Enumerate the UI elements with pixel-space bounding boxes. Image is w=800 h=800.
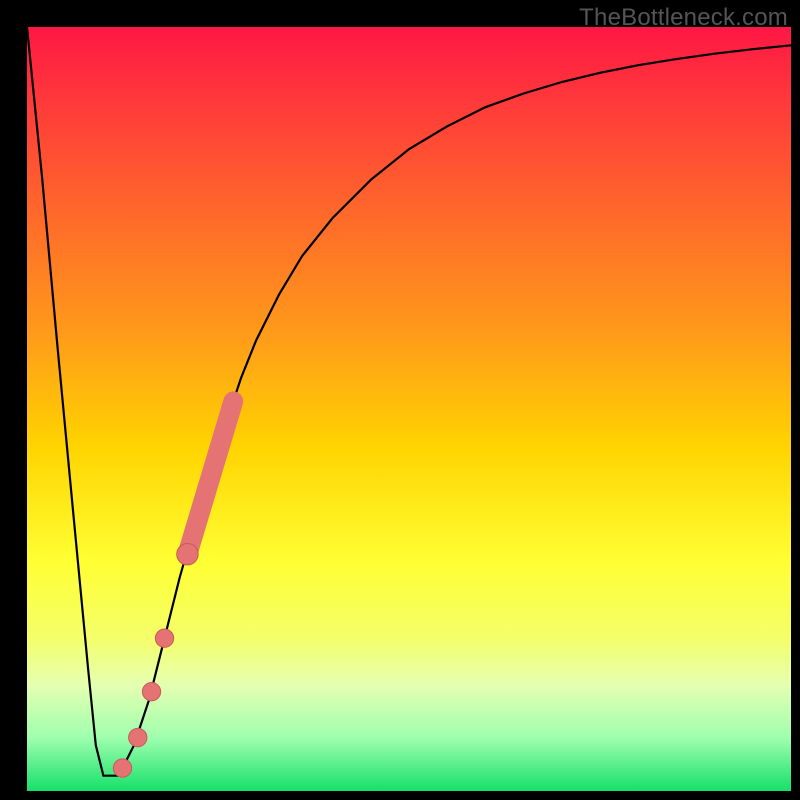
highlight-point: [113, 759, 131, 777]
watermark-text: TheBottleneck.com: [579, 4, 788, 32]
chart-frame: TheBottleneck.com: [0, 0, 800, 800]
plot-area: [27, 27, 791, 791]
highlight-point: [155, 629, 173, 647]
highlight-point: [129, 728, 147, 746]
highlight-point: [177, 543, 198, 564]
bottleneck-chart: [27, 27, 791, 791]
highlight-point: [142, 683, 160, 701]
gradient-background: [27, 27, 791, 791]
